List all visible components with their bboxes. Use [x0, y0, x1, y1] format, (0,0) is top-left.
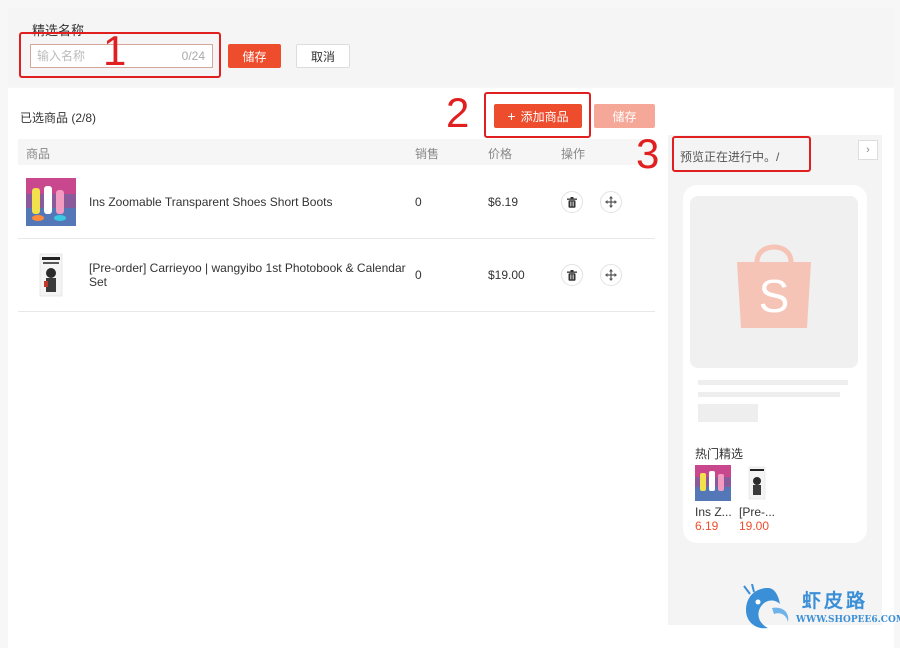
trash-icon [567, 196, 577, 208]
annotation-number-1: 1 [103, 27, 127, 74]
preview-item-thumbnail [739, 465, 775, 501]
skeleton-block [698, 404, 758, 422]
page: 精选名称 0/24 储存 取消 已选商品 (2/8) + 添加商品 储存 商品 … [0, 0, 900, 648]
table-row: [Pre-order] Carrieyoo | wangyibo 1st Pho… [18, 239, 655, 312]
product-thumbnail [26, 178, 76, 226]
table-header: 商品 销售 价格 操作 [18, 139, 655, 165]
move-icon [605, 269, 617, 281]
skeleton-line [698, 380, 848, 385]
column-product: 商品 [26, 147, 51, 161]
placeholder-image: S [690, 196, 858, 368]
column-actions: 操作 [561, 147, 586, 161]
save-name-button[interactable]: 储存 [228, 44, 281, 68]
preview-next-button[interactable]: › [858, 140, 878, 160]
product-price: $19.00 [488, 268, 525, 282]
annotation-box-3 [672, 136, 811, 172]
preview-item-name: Ins Z... [695, 505, 732, 519]
preview-item-thumbnail [695, 465, 731, 501]
watermark-title: 虾皮路 [802, 591, 869, 612]
product-name: Ins Zoomable Transparent Shoes Short Boo… [89, 195, 333, 209]
delete-button[interactable] [561, 191, 583, 213]
preview-item-name: [Pre-... [739, 505, 776, 519]
annotation-number-3: 3 [636, 130, 660, 177]
annotation-number-2: 2 [446, 89, 470, 136]
product-sales: 0 [415, 268, 422, 282]
annotation-box-2 [484, 92, 591, 138]
preview-item: Ins Z... 6.19 [695, 465, 733, 533]
product-name: [Pre-order] Carrieyoo | wangyibo 1st Pho… [89, 261, 406, 289]
drag-handle[interactable] [600, 264, 622, 286]
column-sales: 销售 [415, 147, 440, 161]
shopee-bag-icon: S [737, 244, 811, 328]
preview-item-price: 19.00 [739, 519, 770, 533]
product-price: $6.19 [488, 195, 519, 209]
selected-products-label: 已选商品 (2/8) [20, 111, 97, 125]
delete-button[interactable] [561, 264, 583, 286]
chevron-right-icon: › [866, 144, 870, 156]
save-products-button[interactable]: 储存 [594, 104, 655, 128]
preview-item-price: 6.19 [695, 519, 719, 533]
watermark-url: WWW.SHOPEE6.COM [796, 615, 900, 625]
preview-item: [Pre-... 19.00 [739, 465, 777, 533]
svg-text:S: S [759, 270, 790, 322]
drag-handle[interactable] [600, 191, 622, 213]
product-sales: 0 [415, 195, 422, 209]
cancel-button[interactable]: 取消 [296, 44, 350, 68]
hot-picks-title: 热门精选 [695, 447, 744, 461]
dragon-logo-icon [743, 584, 789, 629]
move-icon [605, 196, 617, 208]
trash-icon [567, 269, 577, 281]
skeleton-line [698, 392, 840, 397]
watermark: 虾皮路 WWW.SHOPEE6.COM [742, 582, 900, 632]
column-price: 价格 [488, 147, 513, 161]
table-row: Ins Zoomable Transparent Shoes Short Boo… [18, 166, 655, 239]
product-thumbnail [26, 251, 76, 299]
